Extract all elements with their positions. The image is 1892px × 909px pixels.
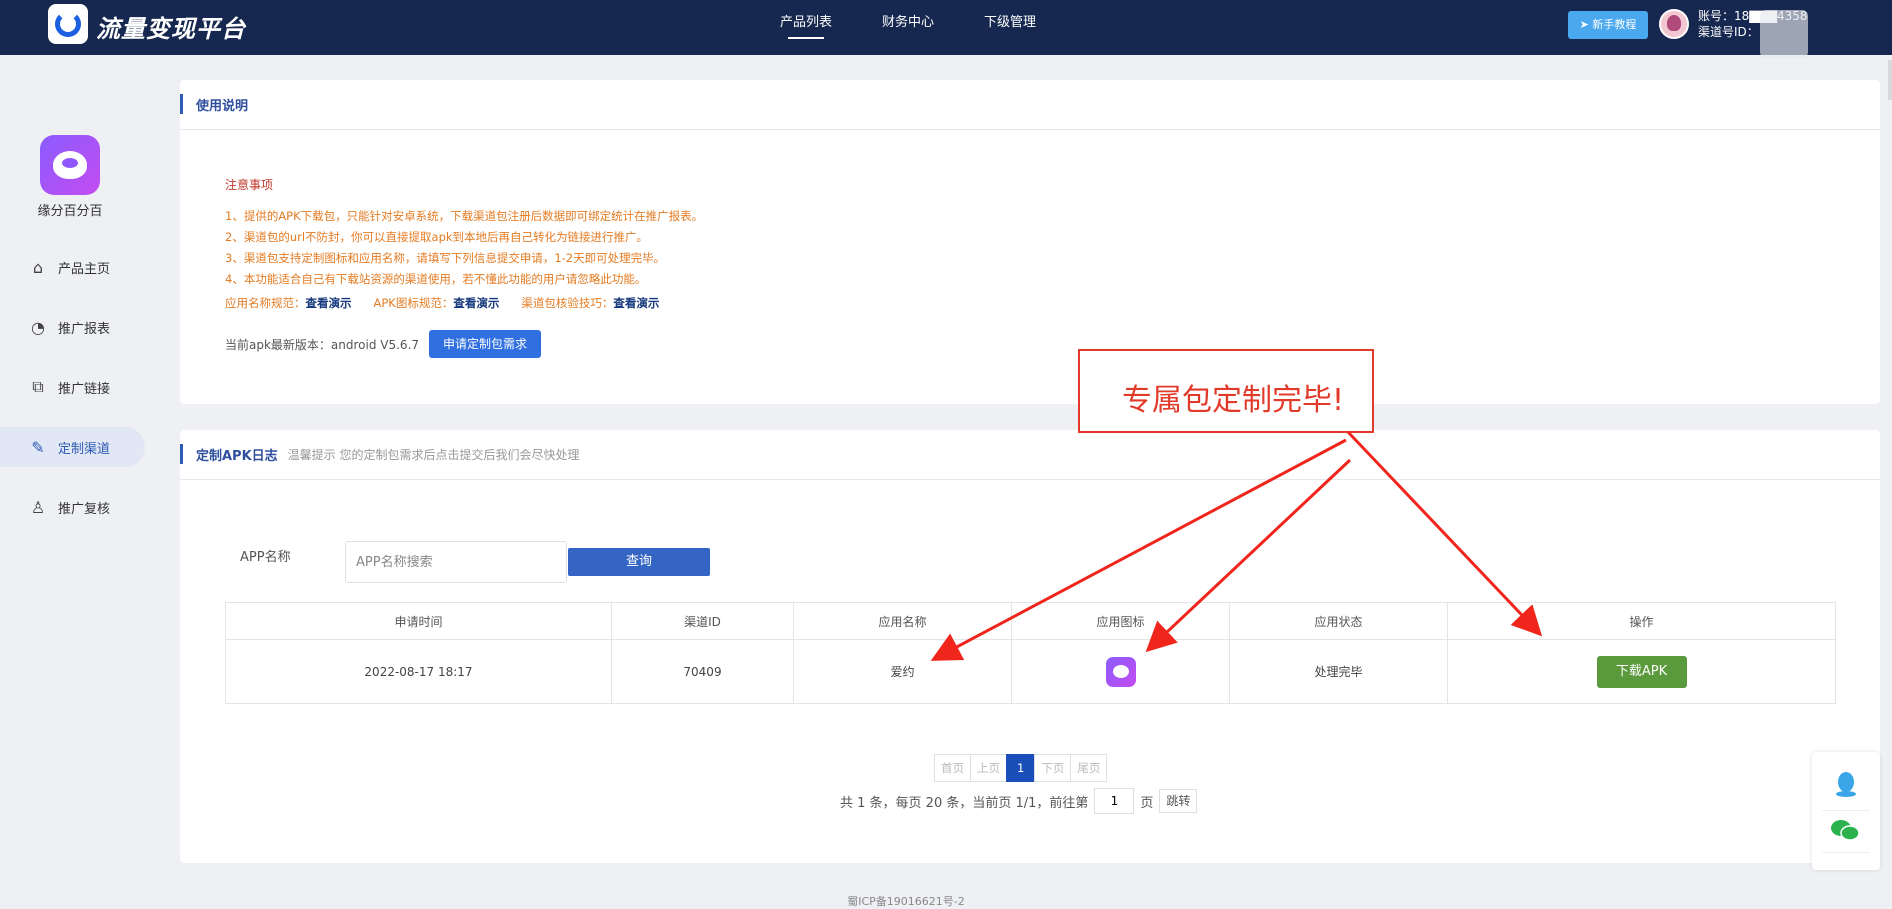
top-navbar: 流量变现平台 产品列表 财务中心 下级管理 ➤ 新手教程 账号：18▇▇▇435…	[0, 0, 1892, 55]
nav-product-list[interactable]: 产品列表	[780, 0, 832, 55]
app-name-spec-demo-link[interactable]: 查看演示	[306, 296, 352, 310]
pager-prev[interactable]: 上页	[970, 754, 1007, 782]
cell-app-icon	[1011, 639, 1230, 704]
avatar[interactable]	[1659, 9, 1689, 39]
usage-card: 使用说明 注意事项 1、提供的APK下载包，只能针对安卓系统，下载渠道包注册后数…	[180, 80, 1880, 404]
send-icon: ➤	[1579, 18, 1589, 31]
notice-title: 注意事项	[225, 178, 274, 192]
col-apply-time: 申请时间	[225, 602, 612, 640]
pagination: 首页 上页 1 下页 尾页	[934, 754, 1108, 782]
link-icon: ⧉	[32, 377, 44, 396]
table-header-row: 申请时间 渠道ID 应用名称 应用图标 应用状态 操作	[225, 602, 1836, 640]
qq-icon[interactable]	[1834, 770, 1858, 798]
apk-log-tip: 温馨提示 您的定制包需求后点击提交后我们会尽快处理	[287, 448, 580, 462]
custom-channel-icon: ✎	[31, 437, 45, 457]
float-divider	[1822, 810, 1870, 811]
main-nav: 产品列表 财务中心 下级管理	[780, 0, 1086, 55]
spec-label: 渠道包核验技巧：	[521, 296, 614, 310]
nav-sub-management[interactable]: 下级管理	[984, 0, 1036, 55]
cell-apply-time: 2022-08-17 18:17	[225, 639, 612, 704]
spec-label: 应用名称规范：	[225, 296, 306, 310]
apply-custom-package-button[interactable]: 申请定制包需求	[429, 330, 542, 358]
notice-line: 1、提供的APK下载包，只能针对安卓系统，下载渠道包注册后数据即可绑定统计在推广…	[225, 209, 704, 223]
app-logo-icon	[40, 135, 100, 195]
col-action: 操作	[1447, 602, 1836, 640]
col-app-name: 应用名称	[793, 602, 1012, 640]
notice-line: 3、渠道包支持定制图标和应用名称，请填写下列信息提交申请，1-2天即可处理完毕。	[225, 251, 666, 265]
spec-links-row: 应用名称规范：查看演示 APK图标规范：查看演示 渠道包核验技巧：查看演示	[225, 295, 681, 311]
apk-log-card-header: 定制APK日志 温馨提示 您的定制包需求后点击提交后我们会尽快处理	[180, 430, 1880, 480]
apk-log-table: 申请时间 渠道ID 应用名称 应用图标 应用状态 操作 2022-08-17 1…	[225, 602, 1836, 704]
spec-label: APK图标规范：	[373, 296, 454, 310]
cell-app-name: 爱约	[793, 639, 1012, 704]
home-icon: ⌂	[32, 257, 44, 277]
guide-button[interactable]: ➤ 新手教程	[1568, 11, 1648, 39]
sidebar-item-label: 推广报表	[58, 321, 111, 337]
col-app-status: 应用状态	[1229, 602, 1448, 640]
scrollbar[interactable]	[1888, 60, 1892, 100]
sidebar-item-label: 推广复核	[58, 501, 111, 517]
wechat-icon[interactable]	[1830, 818, 1860, 842]
jump-page-input[interactable]	[1094, 788, 1135, 814]
sidebar-item-promo-review[interactable]: ♙ 推广复核	[0, 487, 145, 527]
jump-button[interactable]: 跳转	[1159, 789, 1198, 813]
nav-finance-center[interactable]: 财务中心	[882, 0, 934, 55]
search-label: APP名称	[240, 550, 291, 565]
usage-card-header: 使用说明	[180, 80, 1880, 130]
contact-float-bar	[1812, 752, 1880, 870]
col-app-icon: 应用图标	[1011, 602, 1230, 640]
notice-line: 2、渠道包的url不防封，你可以直接提取apk到本地后再自己转化为链接进行推广。	[225, 230, 649, 244]
icp-footer: 蜀ICP备19016621号-2	[847, 895, 965, 908]
search-button[interactable]: 查询	[568, 548, 710, 576]
annotation-callout-text: 专属包定制完毕!	[1122, 383, 1345, 418]
pager-info: 共 1 条，每页 20 条，当前页 1/1，前往第 页 跳转	[840, 788, 1198, 814]
pager-current[interactable]: 1	[1006, 754, 1036, 782]
apk-icon-spec-demo-link[interactable]: 查看演示	[453, 296, 499, 310]
pager-first[interactable]: 首页	[934, 754, 971, 782]
notice-line: 4、本功能适合自己有下载站资源的渠道使用，若不懂此功能的用户请忽略此功能。	[225, 272, 647, 286]
pager-last[interactable]: 尾页	[1070, 754, 1108, 782]
guide-button-label: 新手教程	[1592, 18, 1637, 31]
privacy-mask	[1760, 10, 1808, 58]
app-name: 缘分百分百	[37, 204, 103, 219]
app-icon	[1105, 656, 1136, 687]
app-name-search-input[interactable]	[345, 541, 567, 583]
pager-next[interactable]: 下页	[1034, 754, 1072, 782]
col-channel-id: 渠道ID	[611, 602, 794, 640]
sidebar-item-promo-link[interactable]: ⧉ 推广链接	[0, 367, 145, 407]
sidebar-item-label: 定制渠道	[58, 441, 111, 457]
pager-suffix: 页	[1140, 795, 1154, 811]
cell-channel-id: 70409	[611, 639, 794, 704]
pager-summary: 共 1 条，每页 20 条，当前页 1/1，前往第	[840, 795, 1089, 811]
sidebar-item-label: 推广链接	[58, 381, 111, 397]
cell-app-status: 处理完毕	[1229, 639, 1448, 704]
download-apk-button[interactable]: 下载APK	[1596, 655, 1687, 688]
usage-card-title: 使用说明	[196, 99, 249, 114]
apk-version-text: 当前apk最新版本：android V5.6.7	[225, 337, 420, 352]
table-row: 2022-08-17 18:17 70409 爱约 处理完毕 下载APK	[225, 639, 1836, 704]
platform-logo-icon[interactable]	[48, 4, 88, 44]
annotation-callout: 专属包定制完毕!	[1078, 349, 1374, 433]
cell-action: 下载APK	[1447, 639, 1836, 704]
review-icon: ♙	[30, 497, 46, 517]
apk-log-card-title: 定制APK日志	[196, 449, 278, 464]
channel-verify-demo-link[interactable]: 查看演示	[613, 296, 659, 310]
apk-log-card: 定制APK日志 温馨提示 您的定制包需求后点击提交后我们会尽快处理 APP名称 …	[180, 430, 1880, 863]
sidebar-item-custom-channel[interactable]: ✎ 定制渠道	[0, 427, 145, 467]
version-row: 当前apk最新版本：android V5.6.7 申请定制包需求	[225, 330, 542, 358]
sidebar-item-product-home[interactable]: ⌂ 产品主页	[0, 247, 145, 287]
platform-logo-text[interactable]: 流量变现平台	[96, 9, 246, 44]
report-icon: ◔	[31, 317, 45, 337]
float-divider	[1822, 852, 1870, 853]
sidebar-item-promo-report[interactable]: ◔ 推广报表	[0, 307, 145, 347]
sidebar-item-label: 产品主页	[58, 261, 111, 277]
